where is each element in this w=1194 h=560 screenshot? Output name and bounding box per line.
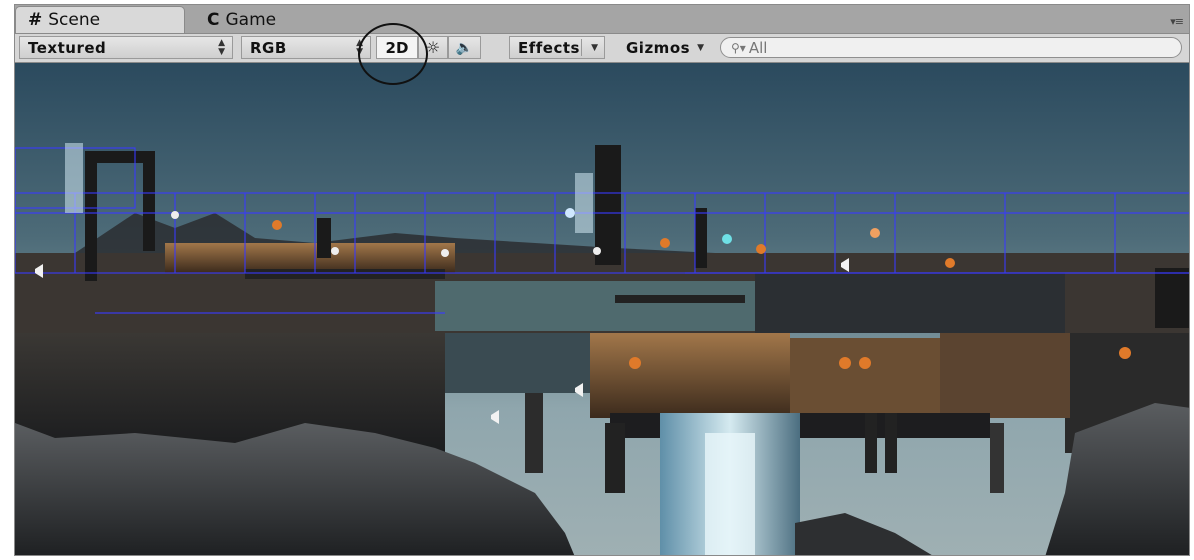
effects-dropdown[interactable]: Effects ▼ [509,36,605,59]
light-icon [171,211,179,219]
light-icon [945,258,955,268]
hanging-part-3 [885,413,897,473]
truss-beam [615,295,745,303]
hanging-part-2 [865,413,877,473]
tab-game[interactable]: C Game [203,6,373,33]
platform-band-dark [755,273,1065,333]
light-icon [593,247,601,255]
upper-platform-warm [165,243,455,273]
dropdown-arrows-icon: ▲ ▼ [218,37,225,57]
gizmos-label: Gizmos [626,38,691,57]
light-icon [441,249,449,257]
divider [581,39,582,56]
truss-beam [245,269,445,279]
scene-window: # Scene C Game ▾≡ Textured ▲ ▼ RGB ▲ ▼ 2D … [14,4,1190,556]
gizmos-dropdown[interactable]: Gizmos ▼ [618,36,710,59]
light-icon [331,247,339,255]
truss-tower-1 [143,151,155,251]
tab-bar: # Scene C Game ▾≡ [15,5,1189,34]
scene-icon: # [28,10,43,30]
color-mode-dropdown[interactable]: RGB ▲ ▼ [241,36,371,59]
platform-band-teal [435,281,755,331]
color-mode-label: RGB [250,38,287,57]
light-icon [272,220,282,230]
hanging-part-4 [990,423,1004,493]
search-icon: ⚲▾ [731,40,746,55]
middle-block-2 [790,338,940,418]
light-icon [756,244,766,254]
tab-game-label: Game [225,9,277,30]
light-icon [870,228,880,238]
glow [65,143,83,213]
light-icon [565,208,575,218]
glow [575,173,593,233]
hanging-part-1 [605,423,625,493]
central-column-core [705,433,755,555]
game-icon: C [207,9,220,30]
truss-tower-4 [317,218,331,258]
truss-tower-5 [1155,268,1189,328]
scene-toolbar: Textured ▲ ▼ RGB ▲ ▼ 2D ☼ 🔈 Effects ▼ Gizm… [15,34,1189,63]
chevron-down-icon: ▼ [697,42,704,53]
middle-block-teal [445,333,590,393]
hanging-part-5 [525,393,543,473]
truss-tower-1 [85,151,97,281]
search-placeholder: All [748,38,768,57]
middle-block-1 [590,333,790,418]
light-icon [629,357,641,369]
light-icon [722,234,732,244]
middle-block-3 [940,333,1070,418]
scene-viewport[interactable] [15,63,1189,555]
chevron-down-icon[interactable]: ▼ [591,43,598,53]
light-icon [859,357,871,369]
render-mode-dropdown[interactable]: Textured ▲ ▼ [19,36,233,59]
light-icon [839,357,851,369]
scene-render [15,63,1189,555]
light-icon [660,238,670,248]
truss-tower-3 [695,208,707,268]
annotation-circle [358,23,428,85]
truss-tower-2 [595,145,621,265]
render-mode-label: Textured [28,38,107,57]
audio-toggle-icon[interactable]: 🔈 [448,36,481,59]
tab-scene-label: Scene [48,10,101,30]
effects-label: Effects [518,38,580,57]
search-field[interactable]: ⚲▾ All [720,37,1182,58]
tab-menu-icon[interactable]: ▾≡ [1170,15,1184,28]
light-icon [1119,347,1131,359]
tab-scene[interactable]: # Scene [15,6,185,33]
